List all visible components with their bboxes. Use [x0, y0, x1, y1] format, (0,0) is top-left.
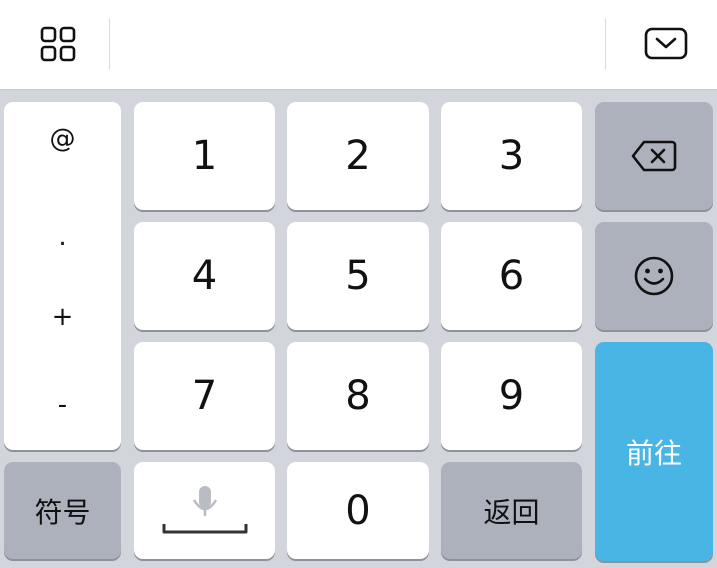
space-voice-button[interactable]: [134, 462, 275, 559]
key-1-label: 1: [191, 133, 218, 179]
grid-icon: [40, 26, 76, 62]
symbol-minus-key[interactable]: -: [4, 390, 121, 420]
grid-menu-button[interactable]: [34, 20, 82, 68]
symbols-button[interactable]: 符号: [4, 462, 121, 559]
key-4[interactable]: 4: [134, 222, 275, 330]
keyboard-collapse-icon: [644, 27, 688, 60]
back-button[interactable]: 返回: [441, 462, 582, 559]
symbol-at-key[interactable]: @: [4, 124, 121, 154]
symbol-plus-key[interactable]: +: [4, 302, 121, 332]
key-3-label: 3: [498, 133, 525, 179]
key-5-label: 5: [345, 253, 371, 299]
emoji-button[interactable]: [595, 222, 713, 330]
key-5[interactable]: 5: [287, 222, 429, 330]
back-button-label: 返回: [483, 495, 540, 529]
key-2-label: 2: [345, 133, 371, 179]
key-7-label: 7: [191, 373, 218, 419]
key-9-label: 9: [498, 373, 525, 419]
emoji-icon: [634, 256, 674, 296]
key-8[interactable]: 8: [287, 342, 429, 450]
delete-button[interactable]: [595, 102, 713, 210]
symbols-button-label: 符号: [34, 495, 91, 529]
key-3[interactable]: 3: [441, 102, 582, 210]
key-2[interactable]: 2: [287, 102, 429, 210]
toolbar-divider: [605, 18, 606, 70]
toolbar-divider: [109, 18, 110, 70]
collapse-keyboard-button[interactable]: [642, 20, 690, 68]
symbol-column: @ . + -: [4, 102, 121, 450]
symbol-dot-key[interactable]: .: [4, 222, 121, 252]
key-6-label: 6: [498, 253, 525, 299]
key-8-label: 8: [345, 373, 371, 419]
key-9[interactable]: 9: [441, 342, 582, 450]
key-0[interactable]: 0: [287, 462, 429, 559]
microphone-icon: [162, 486, 248, 534]
key-0-label: 0: [345, 487, 371, 534]
backspace-icon: [631, 140, 677, 172]
go-button-label: 前往: [625, 436, 682, 470]
go-button[interactable]: 前往: [595, 342, 713, 561]
key-4-label: 4: [191, 253, 218, 299]
key-7[interactable]: 7: [134, 342, 275, 450]
key-1[interactable]: 1: [134, 102, 275, 210]
keyboard-toolbar: [0, 0, 717, 90]
key-6[interactable]: 6: [441, 222, 582, 330]
